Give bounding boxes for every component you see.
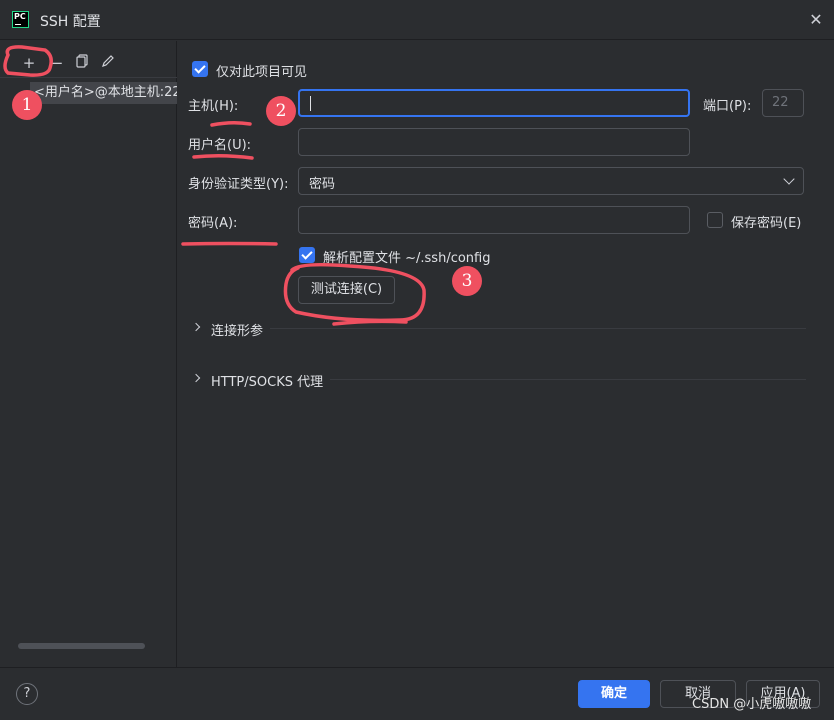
password-input[interactable] bbox=[298, 206, 690, 234]
chevron-down-icon bbox=[783, 173, 795, 185]
visible-only-label: 仅对此项目可见 bbox=[216, 65, 308, 80]
help-button[interactable]: ? bbox=[16, 683, 38, 705]
username-input[interactable] bbox=[298, 128, 690, 156]
test-connection-button[interactable]: 测试连接(C) bbox=[298, 276, 395, 304]
annotation-underline-host bbox=[210, 120, 252, 127]
section-divider bbox=[330, 379, 806, 380]
annotation-underline-password bbox=[181, 241, 278, 246]
add-button[interactable]: + bbox=[20, 54, 38, 72]
section-proxy[interactable]: HTTP/SOCKS 代理 bbox=[211, 371, 323, 390]
chevron-right-icon[interactable] bbox=[191, 322, 201, 332]
save-password-checkbox[interactable] bbox=[707, 212, 723, 228]
window-title: SSH 配置 bbox=[40, 14, 101, 30]
annotation-badge-2: 2 bbox=[266, 96, 296, 126]
port-label: 端口(P): bbox=[703, 99, 752, 114]
annotation-underline-test bbox=[332, 319, 408, 326]
port-value: 22 bbox=[772, 95, 789, 110]
visible-only-checkbox[interactable] bbox=[192, 61, 208, 77]
ok-button[interactable]: 确定 bbox=[578, 680, 650, 708]
config-list-panel bbox=[0, 41, 177, 667]
section-connection-params[interactable]: 连接形参 bbox=[211, 320, 263, 339]
host-input[interactable] bbox=[298, 89, 690, 117]
auth-type-select[interactable]: 密码 bbox=[298, 167, 804, 195]
parse-config-checkbox[interactable] bbox=[299, 247, 315, 263]
copy-icon[interactable] bbox=[73, 54, 91, 72]
password-label: 密码(A): bbox=[188, 216, 238, 231]
username-label: 用户名(U): bbox=[188, 138, 252, 153]
toolbar-divider bbox=[0, 77, 177, 78]
text-caret bbox=[310, 96, 311, 111]
parse-config-label: 解析配置文件 ~/.ssh/config bbox=[323, 251, 491, 266]
close-icon[interactable]: ✕ bbox=[806, 10, 826, 30]
horizontal-scrollbar[interactable] bbox=[18, 643, 145, 649]
pycharm-logo-icon: PC bbox=[12, 11, 29, 28]
annotation-badge-1: 1 bbox=[12, 90, 42, 120]
section-divider bbox=[270, 328, 806, 329]
host-label: 主机(H): bbox=[188, 99, 239, 114]
watermark: CSDN @小虎嗷嗷嗷 bbox=[692, 697, 812, 712]
remove-button[interactable]: − bbox=[48, 54, 66, 72]
footer-divider bbox=[0, 667, 834, 668]
auth-type-label: 身份验证类型(Y): bbox=[188, 177, 289, 192]
chevron-right-icon[interactable] bbox=[191, 373, 201, 383]
auth-type-value: 密码 bbox=[309, 177, 336, 192]
save-password-label: 保存密码(E) bbox=[731, 216, 802, 231]
config-list-item[interactable]: <用户名>@本地主机:22 bbox=[30, 82, 177, 104]
title-bar bbox=[0, 0, 834, 40]
annotation-underline-user bbox=[192, 153, 254, 160]
port-input[interactable]: 22 bbox=[762, 89, 804, 117]
annotation-badge-3: 3 bbox=[452, 266, 482, 296]
edit-icon[interactable] bbox=[99, 54, 117, 72]
